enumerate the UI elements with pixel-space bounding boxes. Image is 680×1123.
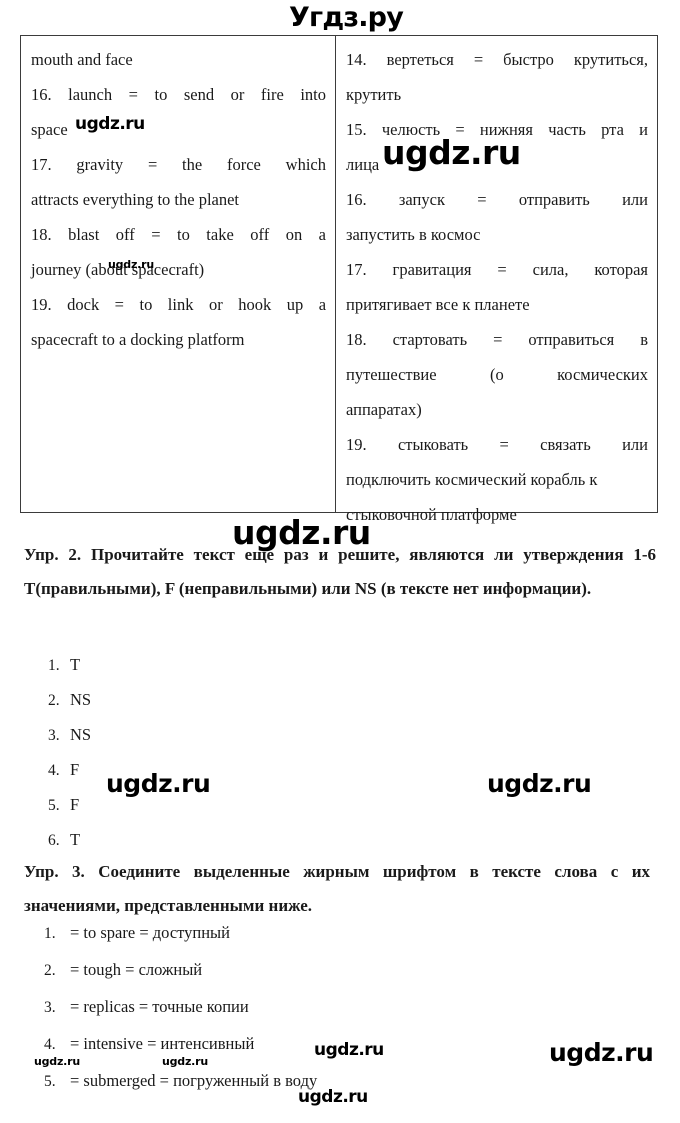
answer-number: 3. [44, 999, 56, 1016]
vocab-line: путешествие (о космических [346, 365, 648, 384]
vocab-line: 17. gravity = the force which [31, 155, 327, 174]
watermark-ugdz: Угдз.ру [289, 2, 404, 33]
vocab-line: 15. челюсть = нижняя часть рта и [346, 120, 648, 139]
vocab-line: 14. вертеться = быстро крутиться, [346, 50, 648, 69]
answer-number: 5. [44, 1073, 56, 1090]
vocab-line: стыковочной платформе [346, 505, 517, 524]
list-item: 1. = to spare = доступный [44, 915, 317, 952]
watermark-ugdz: ugdz.ru [487, 769, 592, 798]
answer-value: F [70, 795, 80, 814]
answer-value: F [70, 760, 80, 779]
answer-number: 4. [44, 1036, 56, 1053]
answer-value: = tough = сложный [70, 960, 203, 979]
answer-value: NS [70, 690, 92, 709]
answer-value: T [70, 830, 81, 849]
answer-number: 6. [48, 832, 60, 849]
answer-number: 1. [44, 925, 56, 942]
list-item: 4. F [48, 753, 91, 788]
list-item: 2. = tough = сложный [44, 952, 317, 989]
vocab-line: space [31, 120, 68, 139]
vocab-line: запустить в космос [346, 225, 481, 244]
exercise-3-answer-list: 1. = to spare = доступный 2. = tough = сло… [44, 915, 317, 1100]
list-item: 6. T [48, 823, 91, 858]
list-item: 3. = replicas = точные копии [44, 989, 317, 1026]
list-item: 5. F [48, 788, 91, 823]
answer-number: 5. [48, 797, 60, 814]
vocab-line: подключить космический корабль к [346, 470, 598, 489]
watermark-ugdz: ugdz.ru [549, 1038, 654, 1067]
exercise-3-heading: Упр. 3. Соедините выделенные жирным шриф… [24, 862, 650, 915]
vocab-line: 18. стартовать = отправиться в [346, 330, 648, 349]
answer-value: = to spare = доступный [70, 923, 230, 942]
vocabulary-column-english: mouth and face 16. launch = to send or f… [21, 36, 337, 512]
vocab-line: 18. blast off = to take off on a [31, 225, 327, 244]
watermark-ugdz: ugdz.ru [314, 1040, 384, 1060]
answer-number: 2. [48, 692, 60, 709]
answer-value: = submerged = погруженный в воду [70, 1071, 318, 1090]
vocab-line: аппаратах) [346, 400, 422, 419]
vocab-line: journey (about spacecraft) [31, 260, 205, 279]
list-item: 3. NS [48, 718, 91, 753]
vocab-line: 19. dock = to link or hook up a [31, 295, 327, 314]
vocab-line: 16. launch = to send or fire into [31, 85, 327, 104]
answer-number: 1. [48, 657, 60, 674]
vocab-line: притягивает все к планете [346, 295, 530, 314]
answer-value: NS [70, 725, 92, 744]
answer-value: = intensive = интенсивный [70, 1034, 255, 1053]
vocab-line: mouth and face [31, 50, 133, 69]
vocab-line: 19. стыковать = связать или [346, 435, 648, 454]
vocab-line: 16. запуск = отправить или [346, 190, 648, 209]
answer-value: T [70, 655, 81, 674]
vocab-line: spacecraft to a docking platform [31, 330, 245, 349]
exercise-2-answer-list: 1. T 2. NS 3. NS 4. F 5. F 6. T [48, 648, 91, 858]
list-item: 1. T [48, 648, 91, 683]
vocab-line: 17. гравитация = сила, которая [346, 260, 648, 279]
vocabulary-column-russian: 14. вертеться = быстро крутиться, крутит… [336, 36, 657, 524]
vocabulary-table: mouth and face 16. launch = to send or f… [20, 35, 658, 524]
list-item: 5. = submerged = погруженный в воду [44, 1063, 317, 1100]
watermark-ugdz: ugdz.ru [106, 769, 211, 798]
exercise-2-heading: Упр. 2. Прочитайте текст еще раз и решит… [24, 545, 656, 598]
answer-number: 2. [44, 962, 56, 979]
list-item: 4. = intensive = интенсивный [44, 1026, 317, 1063]
list-item: 2. NS [48, 683, 91, 718]
answer-value: = replicas = точные копии [70, 997, 249, 1016]
vocab-line: attracts everything to the planet [31, 190, 240, 209]
vocab-line: лица [346, 155, 380, 174]
answer-number: 3. [48, 727, 60, 744]
answer-number: 4. [48, 762, 60, 779]
vocab-line: крутить [346, 85, 402, 104]
